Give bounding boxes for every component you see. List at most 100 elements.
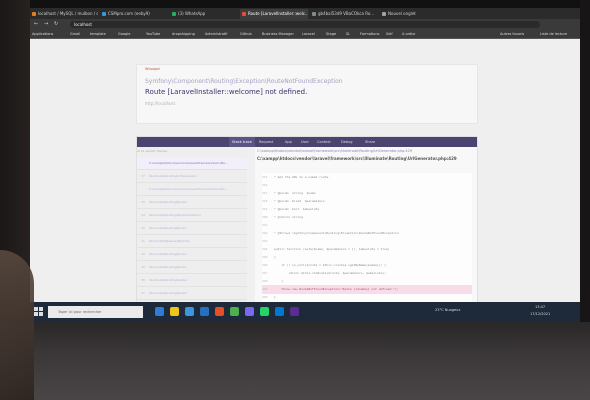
line-number: 430 bbox=[262, 293, 274, 302]
stack-frame[interactable]: 37Illuminate\Routing\Router bbox=[137, 287, 247, 300]
frame-number: 42 bbox=[137, 222, 149, 234]
code-text: return $this->toRoute($route, $parameter… bbox=[274, 271, 386, 275]
trace-tab[interactable]: Share bbox=[365, 137, 375, 147]
code-text: if (! is_null($route = $this->routes->ge… bbox=[274, 263, 386, 267]
bookmark-item[interactable]: A ordisr bbox=[402, 30, 415, 38]
error-url[interactable]: http://localhost bbox=[145, 101, 175, 106]
file-explorer-icon[interactable] bbox=[170, 307, 179, 316]
code-text: * @throws \Symfony\Component\Routing\Exc… bbox=[274, 231, 399, 235]
room-background bbox=[0, 0, 590, 8]
code-snippet: 415* Get the URL to a named route.416417… bbox=[262, 173, 472, 303]
monitor-bezel-bottom bbox=[0, 322, 590, 400]
browser-tab-bar: localhost / MySQL / mulbon / co... CSMpro… bbox=[30, 8, 580, 19]
taskbar-search-input[interactable]: Taper ici pour rechercher bbox=[48, 306, 143, 318]
bookmark-item[interactable]: YouTube bbox=[146, 30, 160, 38]
code-text: * Get the URL to a named route. bbox=[274, 175, 330, 179]
browser-tab[interactable]: Route [LaravelInstaller::welc... bbox=[240, 9, 308, 19]
bookmark-item[interactable]: Business Manager bbox=[262, 30, 294, 38]
edge-icon[interactable] bbox=[185, 307, 194, 316]
trace-tab[interactable]: Stack trace bbox=[229, 137, 255, 147]
bookmark-item[interactable]: Stage bbox=[326, 30, 336, 38]
stack-frame[interactable]: C:\xampp\htdocs\vendor\laravel\framework… bbox=[137, 183, 247, 196]
back-icon[interactable]: ← bbox=[34, 20, 38, 29]
whatsapp-icon[interactable] bbox=[260, 307, 269, 316]
frame-label: C:\xampp\htdocs\vendor\laravel\framework… bbox=[149, 161, 228, 165]
browser-tab-label: Nouvel onglet bbox=[388, 11, 416, 16]
frame-label: C:\xampp\htdocs\vendor\laravel\framework… bbox=[149, 187, 228, 191]
bookmark-item[interactable]: Laravel bbox=[302, 30, 315, 38]
frame-number: 37 bbox=[137, 170, 149, 182]
stack-frame[interactable]: 41Illuminate\Pipeline\Pipeline bbox=[137, 235, 247, 248]
exception-class: Symfony\Component\Routing\Exception\Rout… bbox=[145, 78, 343, 85]
bookmark-item[interactable]: Liste de lecture bbox=[540, 30, 567, 38]
trace-tab[interactable]: Context bbox=[317, 137, 331, 147]
bookmark-item[interactable]: Self bbox=[386, 30, 393, 38]
task-view-icon[interactable] bbox=[155, 307, 164, 316]
browser-tab[interactable]: localhost / MySQL / mulbon / co... bbox=[30, 9, 98, 19]
bookmark-item[interactable]: Formations bbox=[360, 30, 380, 38]
stack-frame[interactable]: 39Illuminate\Routing\Route bbox=[137, 261, 247, 274]
bookmark-item[interactable]: Google bbox=[118, 30, 130, 38]
teams-icon[interactable] bbox=[290, 307, 299, 316]
bookmark-item[interactable]: SL bbox=[346, 30, 350, 38]
code-text: public function route($name, $parameters… bbox=[274, 247, 390, 251]
reload-icon[interactable]: ↻ bbox=[54, 20, 58, 29]
trace-tab[interactable]: Debug bbox=[341, 137, 353, 147]
browser-tab-label: Route [LaravelInstaller::welc... bbox=[248, 11, 308, 16]
browser-tab[interactable]: CSMpro.com (eeby9) bbox=[100, 9, 168, 19]
favicon-icon bbox=[242, 12, 246, 16]
weather-widget[interactable]: 23°C Nuageux bbox=[435, 308, 460, 312]
bookmark-item[interactable]: Administratif bbox=[205, 30, 227, 38]
ignition-error-page: Whoops! Symfony\Component\Routing\Except… bbox=[30, 39, 580, 309]
app-icon-2[interactable] bbox=[245, 307, 254, 316]
bookmark-item[interactable]: dropshipping bbox=[172, 30, 195, 38]
favicon-icon bbox=[382, 12, 386, 16]
browser-tab[interactable]: Nouvel onglet bbox=[380, 9, 448, 19]
stack-frame[interactable]: 38Illuminate\Routing\Router bbox=[137, 274, 247, 287]
stack-trace-panel: Stack trace Request App User Context Debug Sha… bbox=[136, 136, 478, 311]
stack-frame[interactable]: 42Illuminate\Routing\Route bbox=[137, 222, 247, 235]
clock-date[interactable]: 17/12/2021 bbox=[530, 312, 550, 316]
bookmark-item[interactable]: template bbox=[90, 30, 106, 38]
bookmark-item[interactable]: Github bbox=[240, 30, 252, 38]
frame-label: Illuminate\Routing\RouteCollection bbox=[149, 213, 201, 217]
stack-frame[interactable]: 40Illuminate\Routing\Route bbox=[137, 248, 247, 261]
vscode-icon[interactable] bbox=[200, 307, 209, 316]
trace-tab[interactable]: App bbox=[285, 137, 292, 147]
browser-tab[interactable]: gb4bal53d9 VBaCOkca Ro... bbox=[310, 9, 378, 19]
frame-number: 44 bbox=[137, 209, 149, 221]
windows-start-icon[interactable] bbox=[34, 307, 43, 316]
stack-frame[interactable]: 45Illuminate\Routing\Router bbox=[137, 196, 247, 209]
app-icon[interactable] bbox=[215, 307, 224, 316]
bookmark-item[interactable]: Autres favoris bbox=[500, 30, 524, 38]
stack-frame[interactable]: C:\xampp\htdocs\vendor\laravel\framework… bbox=[137, 157, 247, 170]
stack-frame[interactable]: 37Illuminate\Routing\UrlGenerator bbox=[137, 170, 247, 183]
forward-icon[interactable]: → bbox=[44, 20, 48, 29]
mail-icon[interactable] bbox=[275, 307, 284, 316]
frame-number: 40 bbox=[137, 248, 149, 260]
url-field[interactable]: localhost bbox=[70, 21, 540, 28]
code-text: * @param mixed $parameters bbox=[274, 199, 325, 203]
frame-label: Illuminate\Pipeline\Pipeline bbox=[149, 239, 189, 243]
code-text: * @param string $name bbox=[274, 191, 316, 195]
bookmark-item[interactable]: Applications bbox=[32, 30, 53, 38]
trace-tab[interactable]: User bbox=[301, 137, 309, 147]
frame-number: 45 bbox=[137, 196, 149, 208]
clock-time[interactable]: 13:47 bbox=[535, 305, 545, 309]
frame-label: Illuminate\Routing\Route bbox=[149, 252, 186, 256]
bookmark-item[interactable]: Gmail bbox=[70, 30, 80, 38]
browser-tab-label: localhost / MySQL / mulbon / co... bbox=[38, 11, 98, 16]
trace-tab[interactable]: Request bbox=[259, 137, 273, 147]
code-text: { bbox=[274, 255, 276, 259]
stack-frame[interactable]: 44Illuminate\Routing\RouteCollection bbox=[137, 209, 247, 222]
code-line: 430} bbox=[262, 293, 472, 302]
favicon-icon bbox=[312, 12, 316, 16]
browser-tab-label: CSMpro.com (eeby9) bbox=[108, 11, 150, 16]
frame-label: Illuminate\Routing\Router bbox=[149, 291, 187, 295]
browser-tab[interactable]: (3) WhatsApp bbox=[170, 9, 238, 19]
hand bbox=[0, 250, 34, 400]
frame-label: Illuminate\Routing\Route bbox=[149, 265, 186, 269]
code-file-path: C:\xampp\htdocs\vendor\laravel\framework… bbox=[257, 149, 472, 153]
browser-tab-label: gb4bal53d9 VBaCOkca Ro... bbox=[318, 11, 374, 16]
chrome-icon[interactable] bbox=[230, 307, 239, 316]
